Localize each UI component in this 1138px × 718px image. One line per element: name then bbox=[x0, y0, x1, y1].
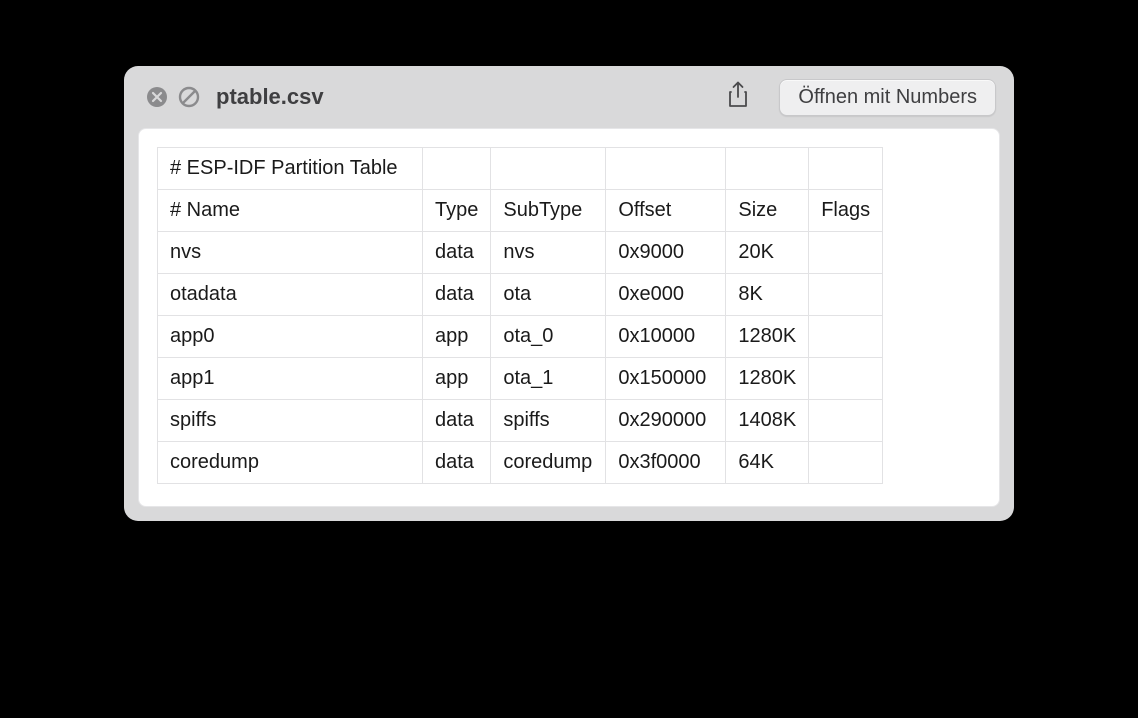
table-cell bbox=[809, 274, 883, 316]
table-cell: 0x3f0000 bbox=[606, 442, 726, 484]
table-cell: app0 bbox=[158, 316, 423, 358]
table-cell: app bbox=[423, 316, 491, 358]
open-with-button[interactable]: Öffnen mit Numbers bbox=[779, 79, 996, 116]
table-cell: 0xe000 bbox=[606, 274, 726, 316]
table-cell: nvs bbox=[158, 232, 423, 274]
table-cell bbox=[491, 148, 606, 190]
table-cell: # ESP-IDF Partition Table bbox=[158, 148, 423, 190]
block-icon bbox=[178, 86, 200, 108]
table-cell: Type bbox=[423, 190, 491, 232]
table-row: otadatadataota0xe0008K bbox=[158, 274, 883, 316]
table-cell: 0x290000 bbox=[606, 400, 726, 442]
table-cell: 0x9000 bbox=[606, 232, 726, 274]
preview-content: # ESP-IDF Partition Table# NameTypeSubTy… bbox=[138, 128, 1000, 507]
table-cell bbox=[809, 232, 883, 274]
table-cell: nvs bbox=[491, 232, 606, 274]
table-cell: spiffs bbox=[491, 400, 606, 442]
table-cell: coredump bbox=[158, 442, 423, 484]
table-cell bbox=[809, 316, 883, 358]
table-row: # NameTypeSubTypeOffsetSizeFlags bbox=[158, 190, 883, 232]
table-row: # ESP-IDF Partition Table bbox=[158, 148, 883, 190]
table-row: coredumpdatacoredump0x3f000064K bbox=[158, 442, 883, 484]
table-cell: data bbox=[423, 400, 491, 442]
share-icon bbox=[726, 81, 750, 114]
table-cell: 1408K bbox=[726, 400, 809, 442]
table-cell: ota_1 bbox=[491, 358, 606, 400]
table-cell: ota_0 bbox=[491, 316, 606, 358]
window-title: ptable.csv bbox=[216, 84, 324, 110]
table-cell: ota bbox=[491, 274, 606, 316]
table-cell bbox=[606, 148, 726, 190]
table-cell: app bbox=[423, 358, 491, 400]
table-cell: 20K bbox=[726, 232, 809, 274]
table-cell: 8K bbox=[726, 274, 809, 316]
table-cell: SubType bbox=[491, 190, 606, 232]
quicklook-window: ptable.csv Öffnen mit Numbers # ESP-IDF … bbox=[124, 66, 1014, 521]
table-cell: Size bbox=[726, 190, 809, 232]
table-cell bbox=[423, 148, 491, 190]
table-cell: # Name bbox=[158, 190, 423, 232]
table-row: nvsdatanvs0x900020K bbox=[158, 232, 883, 274]
table-cell bbox=[726, 148, 809, 190]
table-cell: otadata bbox=[158, 274, 423, 316]
table-cell: Offset bbox=[606, 190, 726, 232]
table-cell bbox=[809, 148, 883, 190]
table-cell: app1 bbox=[158, 358, 423, 400]
share-button[interactable] bbox=[721, 80, 755, 114]
close-icon[interactable] bbox=[146, 86, 168, 108]
table-cell: 64K bbox=[726, 442, 809, 484]
table-cell: 1280K bbox=[726, 358, 809, 400]
table-cell: coredump bbox=[491, 442, 606, 484]
table-cell: 1280K bbox=[726, 316, 809, 358]
table-cell: 0x10000 bbox=[606, 316, 726, 358]
table-row: app0appota_00x100001280K bbox=[158, 316, 883, 358]
table-row: app1appota_10x1500001280K bbox=[158, 358, 883, 400]
table-cell bbox=[809, 358, 883, 400]
table-cell: Flags bbox=[809, 190, 883, 232]
table-cell bbox=[809, 442, 883, 484]
table-cell: data bbox=[423, 232, 491, 274]
csv-table: # ESP-IDF Partition Table# NameTypeSubTy… bbox=[157, 147, 883, 484]
table-row: spiffsdataspiffs0x2900001408K bbox=[158, 400, 883, 442]
table-cell bbox=[809, 400, 883, 442]
table-cell: data bbox=[423, 274, 491, 316]
table-cell: data bbox=[423, 442, 491, 484]
table-cell: 0x150000 bbox=[606, 358, 726, 400]
titlebar: ptable.csv Öffnen mit Numbers bbox=[124, 66, 1014, 128]
table-cell: spiffs bbox=[158, 400, 423, 442]
